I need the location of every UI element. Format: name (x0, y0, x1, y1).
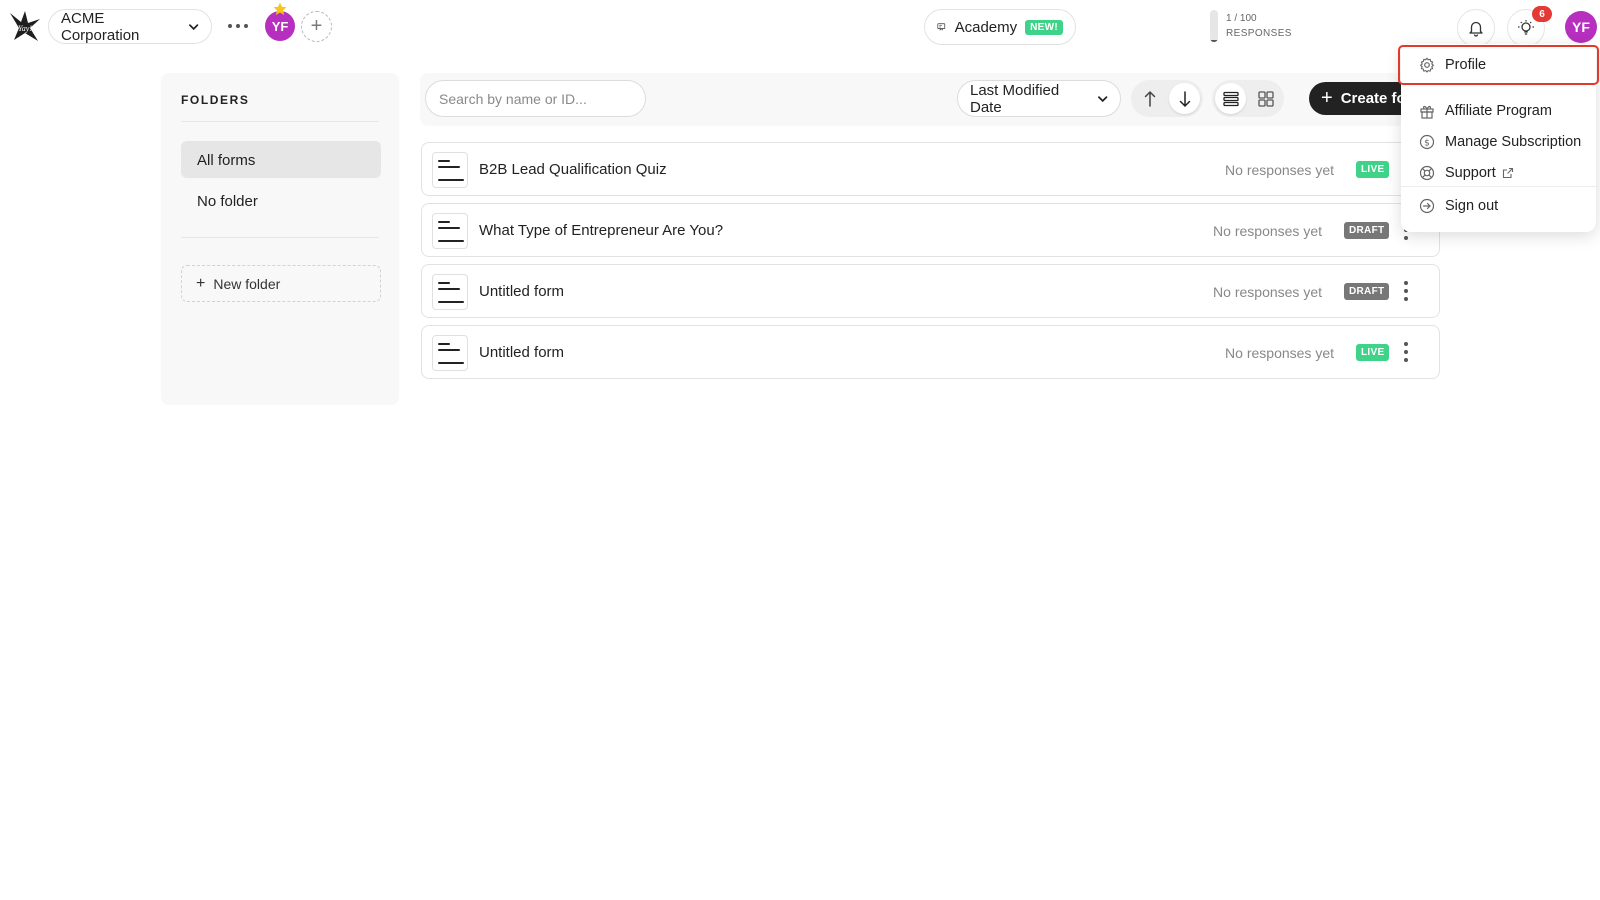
form-thumbnail-icon (432, 152, 468, 188)
responses-label: RESPONSES (1226, 28, 1292, 39)
list-view-icon (1222, 91, 1239, 106)
form-row[interactable]: What Type of Entrepreneur Are You? No res… (421, 203, 1440, 257)
form-row[interactable]: B2B Lead Qualification Quiz No responses … (421, 142, 1440, 196)
workspace-selector[interactable]: ACME Corporation (48, 9, 212, 44)
plus-icon: + (1321, 87, 1333, 109)
form-thumbnail-icon (432, 335, 468, 371)
status-badge: DRAFT (1344, 222, 1390, 239)
list-view-button[interactable] (1215, 83, 1246, 114)
new-badge: NEW! (1025, 19, 1063, 35)
notification-count-badge: 6 (1532, 6, 1552, 22)
arrow-down-icon (1179, 90, 1190, 107)
more-options-icon[interactable] (228, 17, 248, 35)
sort-direction-toggle (1131, 80, 1203, 117)
gear-icon (1420, 57, 1434, 73)
new-folder-button[interactable]: + New folder (181, 265, 381, 302)
responses-count: 1 / 100 (1226, 13, 1257, 24)
menu-item-manage-subscription[interactable]: $ Manage Subscription (1401, 126, 1596, 158)
svg-text:Yay!: Yay! (18, 24, 32, 33)
form-name: Untitled form (479, 344, 565, 361)
sort-descending-button[interactable] (1169, 83, 1200, 114)
user-avatar-button[interactable]: YF (1565, 11, 1597, 43)
grid-view-icon (1257, 90, 1274, 107)
form-row[interactable]: Untitled form No responses yet LIVE (421, 325, 1440, 379)
folder-item-all-forms[interactable]: All forms (181, 141, 381, 178)
status-badge: LIVE (1356, 161, 1390, 178)
svg-text:$: $ (1424, 138, 1430, 148)
notifications-button[interactable] (1457, 9, 1495, 47)
presentation-icon (937, 23, 946, 31)
form-name: What Type of Entrepreneur Are You? (479, 222, 724, 239)
menu-item-sign-out[interactable]: Sign out (1401, 190, 1596, 222)
menu-item-affiliate-program[interactable]: Affiliate Program (1401, 95, 1596, 127)
academy-label: Academy (954, 18, 1018, 36)
folder-item-no-folder[interactable]: No folder (181, 182, 381, 219)
chevron-down-icon (1097, 95, 1107, 102)
star-icon (273, 2, 287, 15)
sort-select[interactable]: Last Modified Date (957, 80, 1121, 117)
workspace-name: ACME Corporation (61, 9, 140, 44)
status-badge: LIVE (1356, 344, 1390, 361)
form-thumbnail-icon (432, 274, 468, 310)
form-options-icon[interactable] (1402, 342, 1410, 362)
form-response-count: No responses yet (1225, 345, 1334, 361)
add-member-button[interactable]: + (301, 11, 332, 42)
form-response-count: No responses yet (1225, 162, 1334, 178)
folders-sidebar: FOLDERS All forms No folder + New folder (161, 73, 399, 405)
user-menu: Profile Affiliate Program $ Manage Subsc… (1398, 44, 1599, 232)
gift-icon (1420, 105, 1434, 119)
bell-icon (1469, 21, 1483, 37)
form-row[interactable]: Untitled form No responses yet DRAFT (421, 264, 1440, 318)
sort-ascending-button[interactable] (1134, 83, 1165, 114)
external-link-icon (1502, 167, 1513, 179)
form-options-icon[interactable] (1402, 281, 1410, 301)
lifebuoy-icon (1419, 165, 1435, 181)
sign-out-icon (1419, 198, 1435, 214)
menu-item-support[interactable]: Support (1401, 157, 1596, 189)
grid-view-button[interactable] (1250, 83, 1281, 114)
view-mode-toggle (1212, 80, 1284, 117)
responses-progress-bar (1210, 10, 1218, 42)
folders-title: FOLDERS (181, 93, 379, 122)
search-input[interactable] (425, 80, 646, 117)
plus-icon: + (310, 15, 323, 37)
plus-icon: + (196, 274, 206, 292)
form-thumbnail-icon (432, 213, 468, 249)
divider (1401, 186, 1596, 187)
lightbulb-icon (1518, 20, 1534, 35)
divider (181, 237, 379, 238)
arrow-up-icon (1144, 90, 1155, 107)
form-name: B2B Lead Qualification Quiz (479, 161, 667, 178)
form-response-count: No responses yet (1213, 223, 1322, 239)
form-name: Untitled form (479, 283, 565, 300)
status-badge: DRAFT (1344, 283, 1390, 300)
chevron-down-icon (188, 23, 198, 30)
app-logo[interactable]: Yay! (8, 9, 42, 43)
menu-item-profile[interactable]: Profile (1398, 45, 1599, 85)
form-response-count: No responses yet (1213, 284, 1322, 300)
dollar-icon: $ (1419, 134, 1435, 150)
academy-button[interactable]: Academy NEW! (924, 9, 1076, 45)
